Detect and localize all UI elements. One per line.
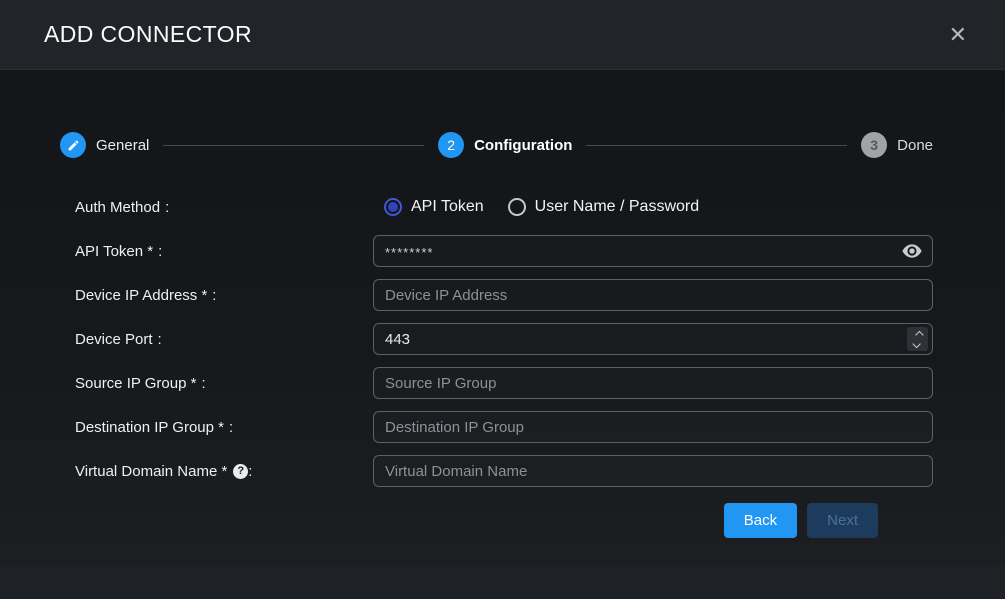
- form-row-auth-method: Auth Method: API Token User Name / Passw…: [75, 191, 933, 223]
- step-connector-line: [163, 144, 425, 146]
- show-password-eye-icon[interactable]: [902, 244, 922, 258]
- api-token-input[interactable]: [373, 235, 933, 267]
- source-ip-group-input[interactable]: [373, 367, 933, 399]
- form-row-destination-ip-group: Destination IP Group *:: [75, 411, 933, 443]
- number-stepper[interactable]: [907, 327, 928, 351]
- destination-ip-group-label: Destination IP Group *:: [75, 418, 234, 436]
- form-row-api-token: API Token *:: [75, 235, 933, 267]
- device-port-label: Device Port:: [75, 330, 162, 348]
- chevron-up-icon: [914, 330, 924, 339]
- device-ip-input[interactable]: [373, 279, 933, 311]
- help-icon[interactable]: ?: [233, 463, 249, 479]
- dialog-footer: Back Next: [75, 503, 933, 538]
- step-label: Done: [897, 136, 933, 154]
- radio-selected-icon: [384, 198, 402, 216]
- form-row-source-ip-group: Source IP Group *:: [75, 367, 933, 399]
- device-port-input[interactable]: [373, 323, 933, 355]
- wizard-steps: General 2 Configuration 3 Done: [0, 132, 1005, 158]
- add-connector-dialog: ADD CONNECTOR ✕ General 2 Configuration …: [0, 0, 1005, 599]
- dialog-header: ADD CONNECTOR ✕: [0, 0, 1005, 70]
- dialog-title: ADD CONNECTOR: [44, 21, 252, 47]
- step-general[interactable]: General: [60, 132, 149, 158]
- step-connector-line: [586, 144, 848, 146]
- connector-form: Auth Method: API Token User Name / Passw…: [0, 191, 1005, 538]
- radio-unselected-icon: [507, 198, 526, 216]
- step-2-indicator: 2: [438, 132, 465, 158]
- step-3-indicator: 3: [861, 132, 888, 158]
- form-row-virtual-domain-name: Virtual Domain Name * ? :: [75, 455, 933, 487]
- step-label: General: [96, 136, 150, 154]
- step-done[interactable]: 3 Done: [861, 132, 933, 158]
- close-icon[interactable]: ✕: [941, 20, 975, 50]
- back-button[interactable]: Back: [723, 503, 798, 538]
- api-token-label: API Token *:: [75, 242, 163, 260]
- virtual-domain-name-input[interactable]: [373, 455, 933, 487]
- auth-method-label: Auth Method:: [75, 198, 170, 216]
- form-row-device-ip: Device IP Address *:: [75, 279, 933, 311]
- step-label: Configuration: [474, 136, 573, 154]
- source-ip-group-label: Source IP Group *:: [75, 374, 206, 392]
- destination-ip-group-input[interactable]: [373, 411, 933, 443]
- radio-username-password[interactable]: User Name / Password: [507, 198, 699, 216]
- form-row-device-port: Device Port:: [75, 323, 933, 355]
- step-configuration[interactable]: 2 Configuration: [438, 132, 572, 158]
- chevron-down-icon: [911, 339, 921, 348]
- device-ip-label: Device IP Address *:: [75, 286, 217, 304]
- edit-icon: [60, 132, 86, 158]
- virtual-domain-name-label: Virtual Domain Name * ? :: [75, 462, 253, 480]
- radio-api-token[interactable]: API Token: [384, 198, 484, 216]
- auth-method-options: API Token User Name / Password: [373, 198, 933, 216]
- dialog-body: General 2 Configuration 3 Done Auth Meth…: [0, 70, 1005, 565]
- next-button[interactable]: Next: [807, 503, 878, 538]
- dialog-bottom-strip: [0, 565, 1005, 599]
